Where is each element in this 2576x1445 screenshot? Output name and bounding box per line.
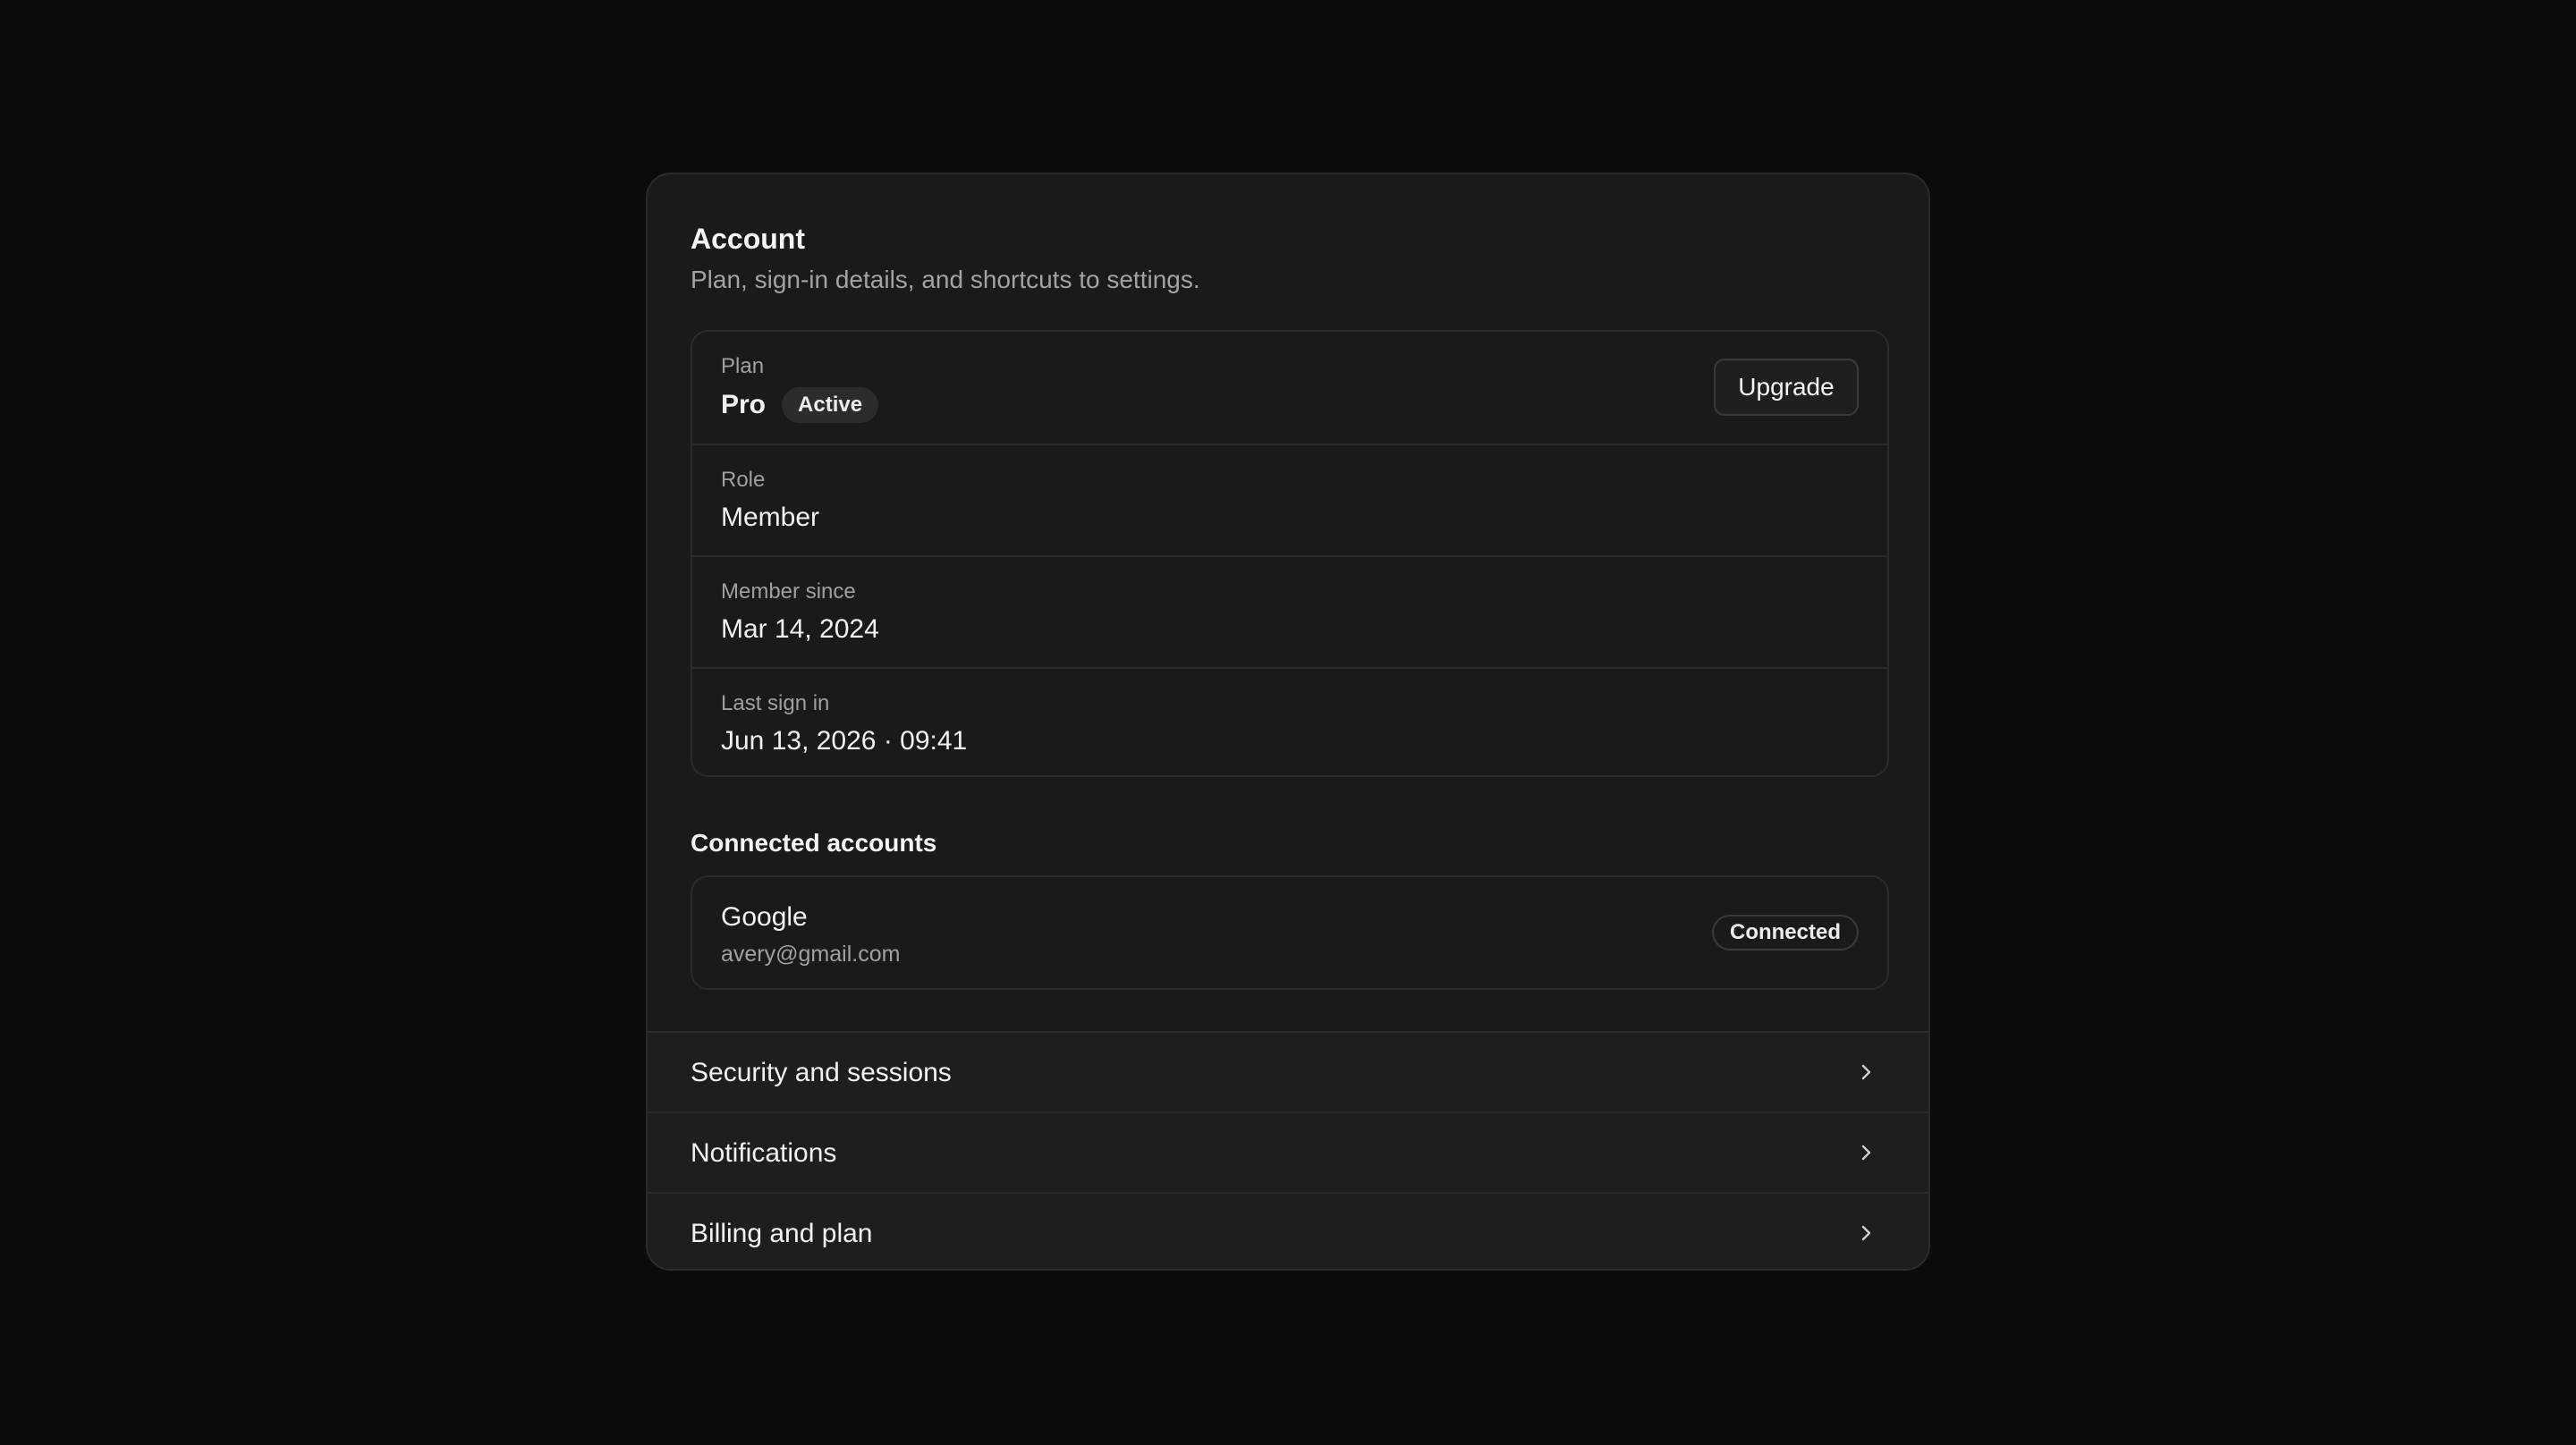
- plan-row: Plan Pro Active Upgrade: [692, 332, 1887, 444]
- chevron-right-icon: [1861, 1145, 1871, 1161]
- shortcut-notifications[interactable]: Notifications: [648, 1111, 1928, 1192]
- connected-accounts-title: Connected accounts: [691, 829, 937, 857]
- card-header: Account Plan, sign-in details, and short…: [691, 221, 1200, 296]
- shortcut-billing-and-plan[interactable]: Billing and plan: [648, 1192, 1928, 1269]
- chevron-right-icon: [1861, 1225, 1871, 1241]
- status-badge: Active: [782, 387, 879, 423]
- account-details: Plan Pro Active Upgrade Role Member Memb…: [691, 330, 1889, 777]
- plan-label: Plan: [721, 354, 765, 378]
- member-since-value: Mar 14, 2024: [721, 614, 879, 644]
- page-subtitle: Plan, sign-in details, and shortcuts to …: [691, 266, 1200, 293]
- last-sign-in-label: Last sign in: [721, 691, 830, 715]
- last-sign-in-row: Last sign in Jun 13, 2026 · 09:41: [692, 667, 1887, 779]
- account-card: Account Plan, sign-in details, and short…: [646, 173, 1930, 1271]
- page-title: Account: [691, 223, 805, 255]
- upgrade-button[interactable]: Upgrade: [1714, 359, 1859, 416]
- settings-shortcuts: Security and sessions Notifications Bill…: [648, 1031, 1928, 1269]
- last-sign-in-value: Jun 13, 2026 · 09:41: [721, 726, 968, 756]
- shortcut-label: Security and sessions: [691, 1058, 952, 1087]
- plan-value-group: Pro Active: [721, 387, 879, 423]
- chevron-right-icon: [1861, 1064, 1871, 1080]
- member-since-label: Member since: [721, 579, 856, 604]
- shortcut-label: Notifications: [691, 1138, 837, 1168]
- member-since-row: Member since Mar 14, 2024: [692, 555, 1887, 667]
- plan-value: Pro: [721, 390, 767, 419]
- role-row: Role Member: [692, 444, 1887, 555]
- shortcut-security-and-sessions[interactable]: Security and sessions: [648, 1031, 1928, 1111]
- provider-name: Google: [721, 902, 808, 932]
- role-label: Role: [721, 468, 766, 492]
- shortcut-label: Billing and plan: [691, 1219, 873, 1248]
- role-value: Member: [721, 503, 820, 532]
- provider-email: avery@gmail.com: [721, 942, 901, 967]
- connected-account-item: Google avery@gmail.com Connected: [691, 875, 1889, 990]
- connection-status-badge: Connected: [1711, 915, 1859, 951]
